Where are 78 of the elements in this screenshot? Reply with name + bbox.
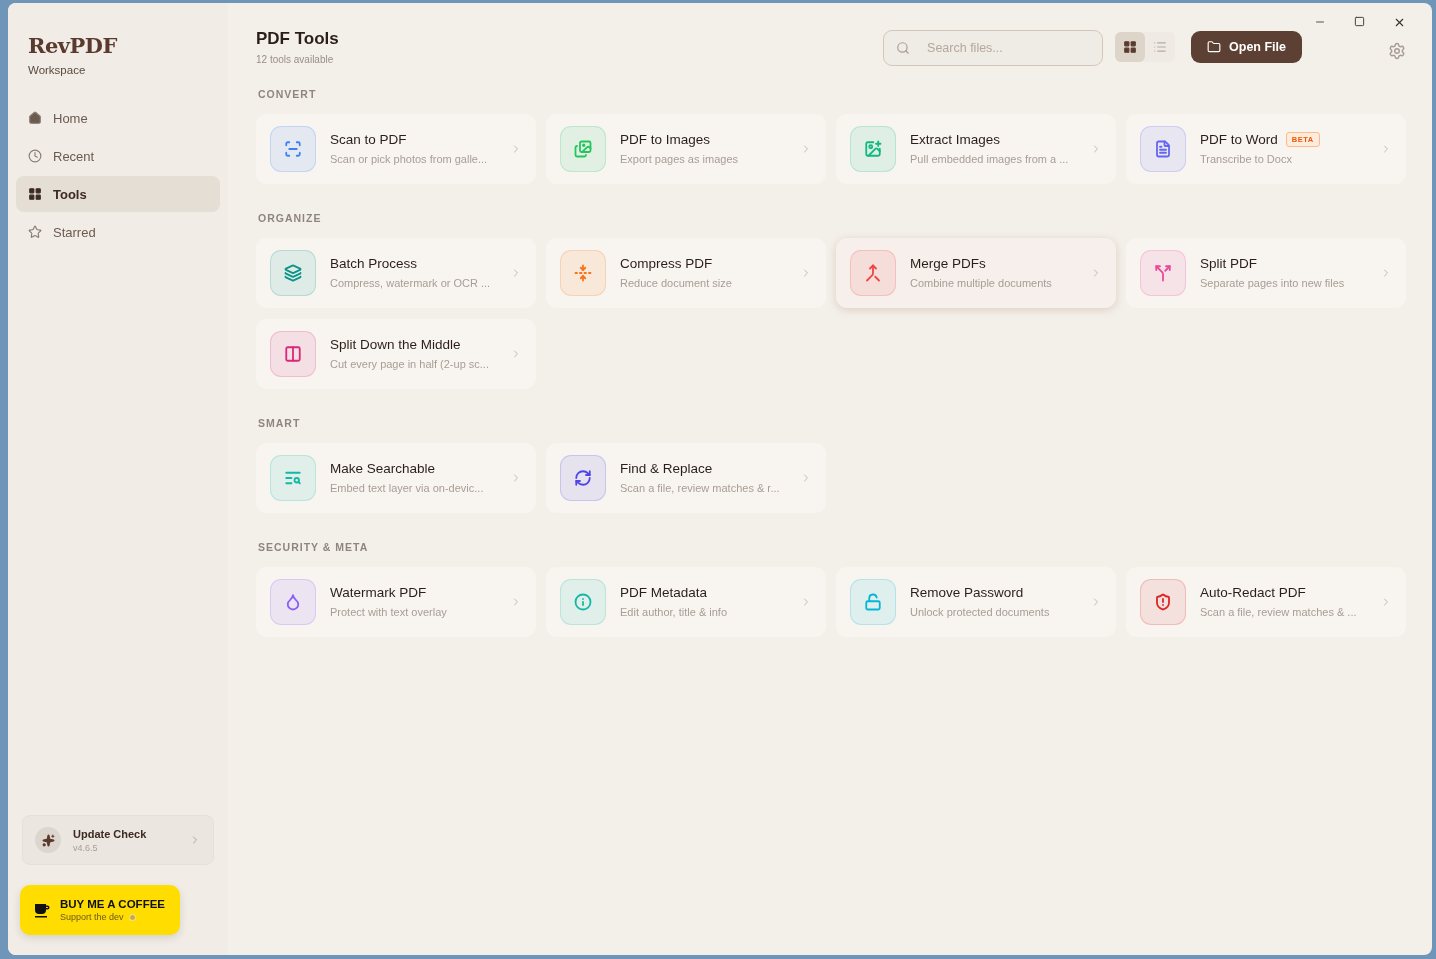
- tool-title: Compress PDF: [620, 255, 713, 271]
- sidebar-item[interactable]: Recent: [16, 138, 220, 174]
- section-heading: ORGANIZE: [258, 212, 323, 224]
- tool-card[interactable]: PDF to Images Export pages as images: [546, 114, 826, 184]
- tool-description: Protect with text overlay: [330, 605, 447, 618]
- buy-coffee-button[interactable]: BUY ME A COFFEE Support the dev: [20, 885, 180, 935]
- section-heading: CONVERT: [258, 88, 318, 100]
- clock-icon: [28, 149, 42, 163]
- tool-description: Separate pages into new files: [1200, 276, 1345, 289]
- star-icon: [28, 225, 42, 239]
- tool-description: Export pages as images: [620, 152, 738, 165]
- tool-description: Edit author, title & info: [620, 605, 727, 618]
- tool-description: Embed text layer via on-devic...: [330, 481, 484, 494]
- tool-description: Compress, watermark or OCR ...: [330, 276, 491, 289]
- close-icon[interactable]: [1393, 16, 1406, 29]
- tool-title: Watermark PDF: [330, 584, 427, 600]
- tool-title: PDF to Word: [1200, 131, 1278, 147]
- tool-card[interactable]: Find & Replace Scan a file, review matches & r...: [546, 443, 826, 513]
- tool-description: Unlock protected documents: [910, 605, 1050, 618]
- workspace-label: Workspace: [28, 64, 87, 76]
- tool-description: Combine multiple documents: [910, 276, 1052, 289]
- tool-card[interactable]: Remove Password Unlock protected documents: [836, 567, 1116, 637]
- tool-title: Scan to PDF: [330, 131, 407, 147]
- tool-card[interactable]: Scan to PDF Scan or pick photos from galle...: [256, 114, 536, 184]
- section-heading: SECURITY & META: [258, 541, 370, 553]
- tool-card[interactable]: Batch Process Compress, watermark or OCR ...: [256, 238, 536, 308]
- tool-description: Reduce document size: [620, 276, 732, 289]
- folder-icon: [1207, 40, 1222, 54]
- grid-icon: [28, 187, 42, 201]
- tool-card[interactable]: Make Searchable Embed text layer via on-devic...: [256, 443, 536, 513]
- search-field[interactable]: Search files...: [883, 30, 1104, 66]
- search-icon: [896, 41, 911, 55]
- tool-description: Pull embedded images from a ...: [910, 152, 1069, 165]
- tool-title: Auto-Redact PDF: [1200, 584, 1306, 600]
- tool-card[interactable]: Merge PDFs Combine multiple documents: [836, 238, 1116, 308]
- update-check-card[interactable]: Update Check v4.6.5: [22, 815, 214, 865]
- tool-description: Cut every page in half (2-up sc...: [330, 357, 489, 370]
- coffee-title: BUY ME A COFFEE: [60, 898, 165, 910]
- sidebar-item[interactable]: Starred: [16, 214, 220, 250]
- dot-icon: [128, 913, 136, 921]
- tool-title: PDF to Images: [620, 131, 711, 147]
- tool-card[interactable]: Split PDF Separate pages into new files: [1126, 238, 1406, 308]
- coffee-subtitle: Support the dev: [60, 912, 124, 922]
- home-icon: [28, 111, 42, 125]
- tool-description: Scan a file, review matches & ...: [1200, 605, 1357, 618]
- maximize-icon[interactable]: [1354, 16, 1365, 27]
- tool-card[interactable]: PDF Metadata Edit author, title & info: [546, 567, 826, 637]
- grid-view-button[interactable]: [1115, 32, 1146, 62]
- tool-card[interactable]: Split Down the Middle Cut every page in half (2-up sc...: [256, 319, 536, 389]
- tool-title: Split PDF: [1200, 255, 1257, 271]
- tool-description: Scan or pick photos from galle...: [330, 152, 488, 165]
- tool-card[interactable]: Compress PDF Reduce document size: [546, 238, 826, 308]
- tool-title: PDF Metadata: [620, 584, 708, 600]
- coffee-cup-icon: [34, 902, 50, 918]
- tool-title: Batch Process: [330, 255, 418, 271]
- app-logo: RevPDF: [28, 33, 118, 58]
- tool-title: Merge PDFs: [910, 255, 986, 271]
- tool-title: Find & Replace: [620, 460, 713, 476]
- section-heading: SMART: [258, 417, 302, 429]
- tool-card[interactable]: Watermark PDF Protect with text overlay: [256, 567, 536, 637]
- list-icon: [1153, 40, 1168, 54]
- tool-card[interactable]: Auto-Redact PDF Scan a file, review matches & ...: [1126, 567, 1406, 637]
- tool-description: Transcribe to Docx: [1200, 152, 1292, 165]
- sidebar-item[interactable]: Home: [16, 100, 220, 136]
- grid-icon: [1123, 40, 1138, 54]
- open-file-button[interactable]: Open File: [1191, 31, 1302, 63]
- update-title: Update Check: [73, 827, 148, 840]
- tool-title: Remove Password: [910, 584, 1024, 600]
- tool-description: Scan a file, review matches & r...: [620, 481, 780, 494]
- sidebar-item[interactable]: Tools: [16, 176, 220, 212]
- tools-count: 12 tools available: [256, 54, 335, 65]
- page-title: PDF Tools: [256, 29, 340, 49]
- tool-title: Split Down the Middle: [330, 336, 461, 352]
- sparkle-icon: [35, 827, 61, 853]
- version-label: v4.6.5: [73, 842, 99, 853]
- tool-title: Extract Images: [910, 131, 1001, 147]
- tool-card[interactable]: Extract Images Pull embedded images from a ...: [836, 114, 1116, 184]
- tool-title: Make Searchable: [330, 460, 436, 476]
